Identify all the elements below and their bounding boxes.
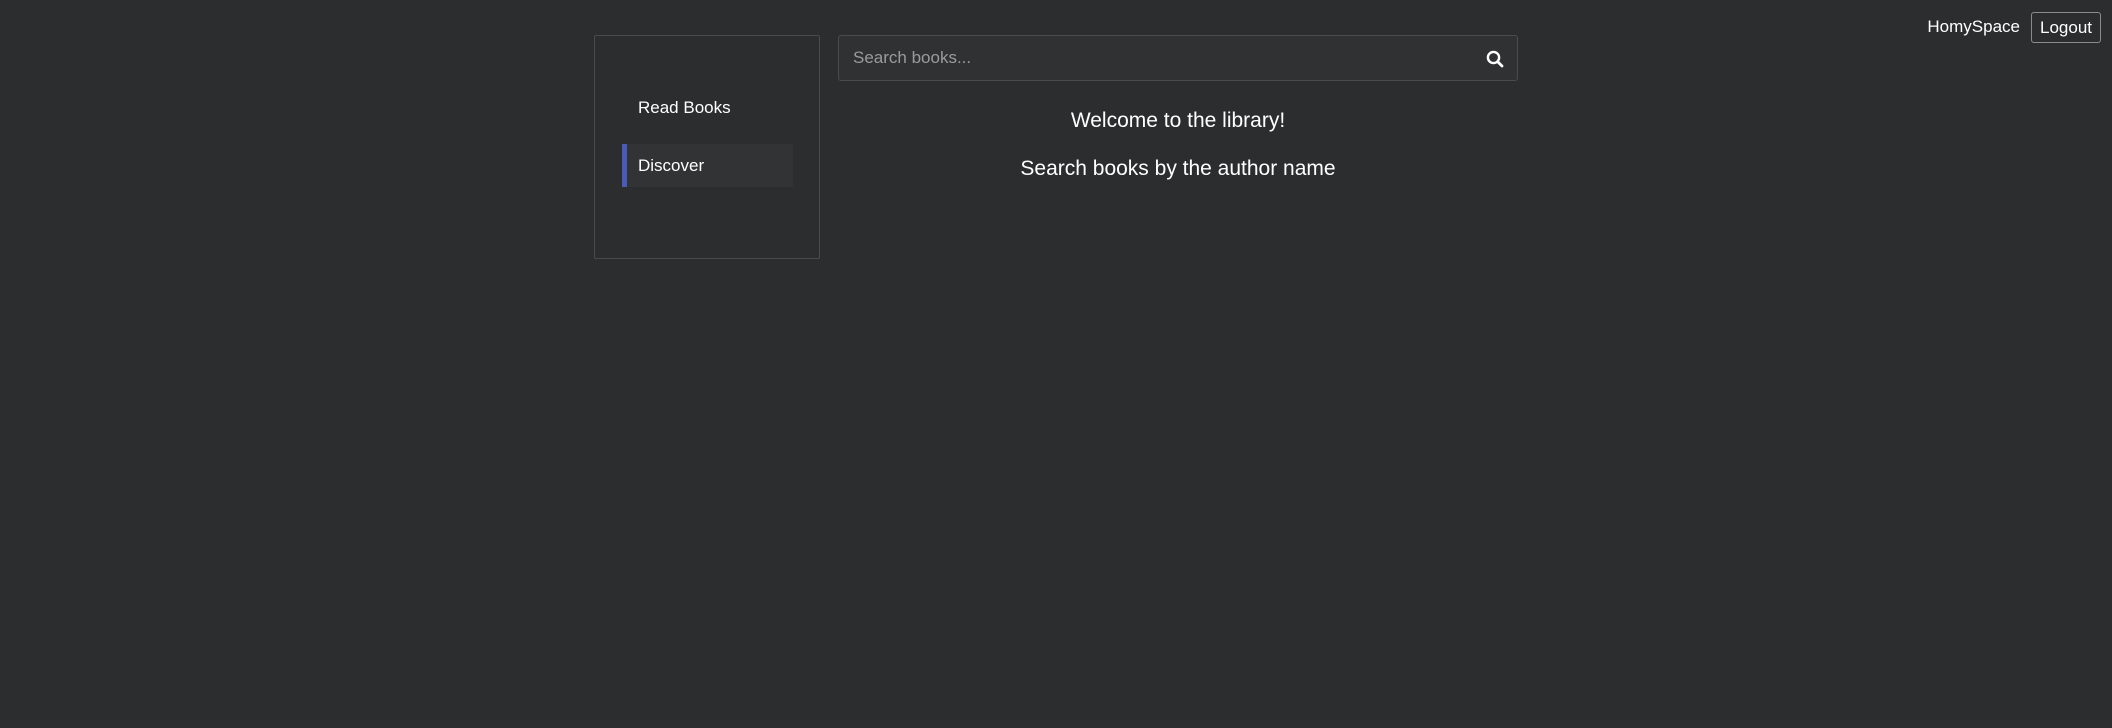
sidebar-item-label: Read Books	[638, 98, 731, 117]
main-content: Welcome to the library! Search books by …	[838, 35, 1518, 183]
sidebar-item-discover[interactable]: Discover	[622, 144, 793, 187]
search-bar	[838, 35, 1518, 81]
sidebar: Read Books Discover	[594, 35, 820, 259]
sidebar-item-label: Discover	[638, 156, 705, 175]
top-bar: HomySpace Logout	[1927, 11, 2101, 43]
brand-link[interactable]: HomySpace	[1927, 11, 2020, 43]
welcome-heading: Welcome to the library!	[1070, 109, 1286, 132]
search-icon[interactable]	[1485, 49, 1505, 69]
logout-button[interactable]: Logout	[2031, 11, 2101, 43]
sidebar-item-read-books[interactable]: Read Books	[622, 86, 793, 129]
search-hint: Search books by the author name	[1020, 157, 1336, 180]
search-input[interactable]	[839, 36, 1459, 80]
